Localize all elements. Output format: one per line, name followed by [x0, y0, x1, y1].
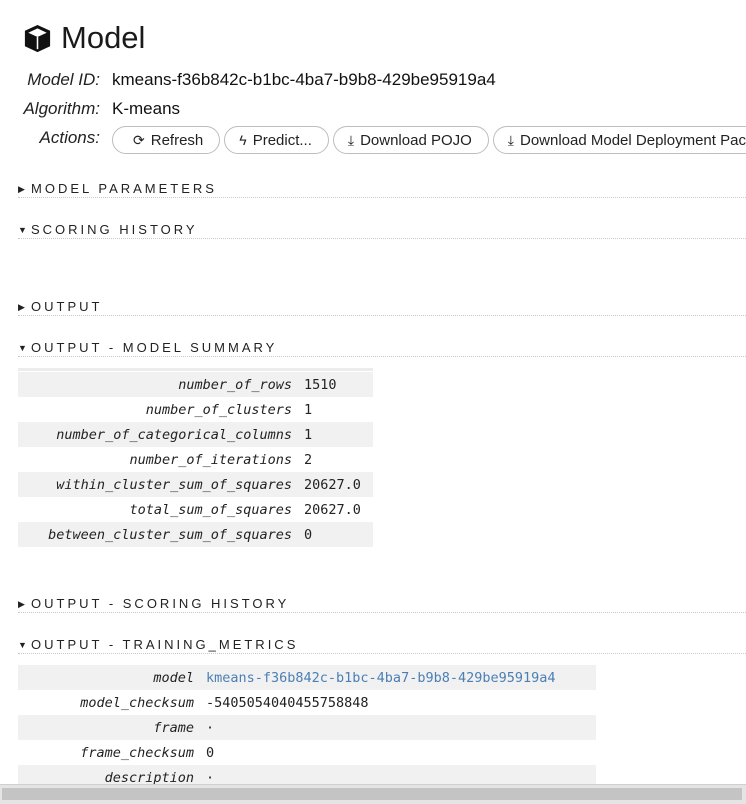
section-scoring-history[interactable]: ▼ SCORING HISTORY	[18, 222, 746, 239]
row-value: 20627.0	[304, 476, 361, 493]
table-row: number_of_iterations 2	[18, 447, 373, 472]
predict-button-label: Predict...	[252, 131, 312, 149]
caret-down-icon: ▼	[18, 225, 27, 235]
section-output-model-summary[interactable]: ▼ OUTPUT - MODEL SUMMARY	[18, 340, 746, 357]
row-value: -5405054040455758848	[206, 694, 369, 711]
table-row: frame_checksum 0	[18, 740, 596, 765]
table-row: model kmeans-f36b842c-b1bc-4ba7-b9b8-429…	[18, 665, 596, 690]
model-page: Model Model ID: kmeans-f36b842c-b1bc-4ba…	[0, 0, 746, 784]
section-model-parameters[interactable]: ▶ MODEL PARAMETERS	[18, 181, 746, 198]
row-key: number_of_clusters	[145, 401, 292, 418]
row-key: number_of_rows	[178, 376, 292, 393]
row-value: ·	[206, 719, 215, 736]
algorithm-row: Algorithm: K-means	[0, 99, 746, 123]
table-row: description ·	[18, 765, 596, 784]
row-key: frame	[153, 719, 194, 736]
section-title: OUTPUT	[31, 299, 103, 314]
table-row: within_cluster_sum_of_squares 20627.0	[18, 472, 373, 497]
table-row: model_checksum -5405054040455758848	[18, 690, 596, 715]
table-row: number_of_clusters 1	[18, 397, 373, 422]
section-output[interactable]: ▶ OUTPUT	[18, 299, 746, 316]
caret-right-icon: ▶	[18, 599, 25, 609]
training-metrics-table: model kmeans-f36b842c-b1bc-4ba7-b9b8-429…	[18, 665, 596, 784]
row-value: 20627.0	[304, 501, 361, 518]
algorithm-value: K-means	[112, 99, 181, 118]
action-buttons: ⟳ Refresh ϟ Predict... ⤓ Download POJO ⤓…	[112, 126, 746, 154]
download-icon: ⤓	[507, 132, 514, 148]
section-title: OUTPUT - MODEL SUMMARY	[31, 340, 278, 355]
row-value: 1	[304, 401, 313, 418]
section-title: OUTPUT - SCORING HISTORY	[31, 596, 290, 611]
row-key: between_cluster_sum_of_squares	[48, 526, 292, 543]
refresh-button-label: Refresh	[150, 131, 204, 149]
download-deployment-label: Download Model Deployment Package (MOJO)	[520, 131, 746, 149]
caret-down-icon: ▼	[18, 343, 27, 353]
row-value: 0	[206, 744, 215, 761]
algorithm-label: Algorithm:	[23, 99, 100, 118]
download-deployment-button[interactable]: ⤓ Download Model Deployment Package (MOJ…	[492, 126, 746, 154]
row-value: 2	[304, 451, 313, 468]
actions-label: Actions:	[39, 128, 100, 147]
scrollbar-thumb[interactable]	[2, 788, 742, 800]
row-key: model_checksum	[80, 694, 194, 711]
model-summary-table: number_of_rows 1510 number_of_clusters 1…	[18, 372, 373, 547]
row-value: 1	[304, 426, 313, 443]
caret-right-icon: ▶	[18, 184, 25, 194]
cube-icon	[24, 24, 51, 52]
table-row: frame ·	[18, 715, 596, 740]
refresh-button[interactable]: ⟳ Refresh	[112, 126, 221, 154]
refresh-icon: ⟳	[133, 132, 145, 148]
row-key: number_of_categorical_columns	[56, 426, 292, 443]
model-id-row: Model ID: kmeans-f36b842c-b1bc-4ba7-b9b8…	[0, 70, 746, 94]
download-icon: ⤓	[347, 132, 355, 148]
section-title: OUTPUT - TRAINING_METRICS	[31, 637, 299, 652]
model-id-value: kmeans-f36b842c-b1bc-4ba7-b9b8-429be9591…	[112, 70, 496, 89]
table-row: number_of_categorical_columns 1	[18, 422, 373, 447]
caret-down-icon: ▼	[18, 640, 27, 650]
row-value: 0	[304, 526, 313, 543]
download-pojo-button[interactable]: ⤓ Download POJO	[332, 126, 489, 154]
table-header-line	[18, 368, 373, 371]
page-title: Model	[22, 18, 145, 58]
row-key: within_cluster_sum_of_squares	[56, 476, 292, 493]
row-key: number_of_iterations	[129, 451, 292, 468]
caret-right-icon: ▶	[18, 302, 25, 312]
row-key: frame_checksum	[80, 744, 194, 761]
bolt-icon: ϟ	[239, 132, 247, 148]
predict-button[interactable]: ϟ Predict...	[224, 126, 329, 154]
download-pojo-label: Download POJO	[360, 131, 472, 149]
model-id-label: Model ID:	[27, 70, 100, 89]
row-key: model	[153, 669, 194, 686]
section-title: SCORING HISTORY	[31, 222, 198, 237]
section-output-training-metrics[interactable]: ▼ OUTPUT - TRAINING_METRICS	[18, 637, 746, 654]
page-title-text: Model	[61, 20, 146, 55]
row-key: description	[104, 769, 194, 785]
section-title: MODEL PARAMETERS	[31, 181, 217, 196]
row-value: ·	[206, 769, 215, 785]
table-row: between_cluster_sum_of_squares 0	[18, 522, 373, 547]
horizontal-scrollbar[interactable]	[0, 784, 746, 804]
table-row: number_of_rows 1510	[18, 372, 373, 397]
model-link[interactable]: kmeans-f36b842c-b1bc-4ba7-b9b8-429be9591…	[206, 665, 596, 690]
row-key: total_sum_of_squares	[129, 501, 292, 518]
row-value: 1510	[304, 376, 337, 393]
table-row: total_sum_of_squares 20627.0	[18, 497, 373, 522]
section-output-scoring-history[interactable]: ▶ OUTPUT - SCORING HISTORY	[18, 596, 746, 613]
